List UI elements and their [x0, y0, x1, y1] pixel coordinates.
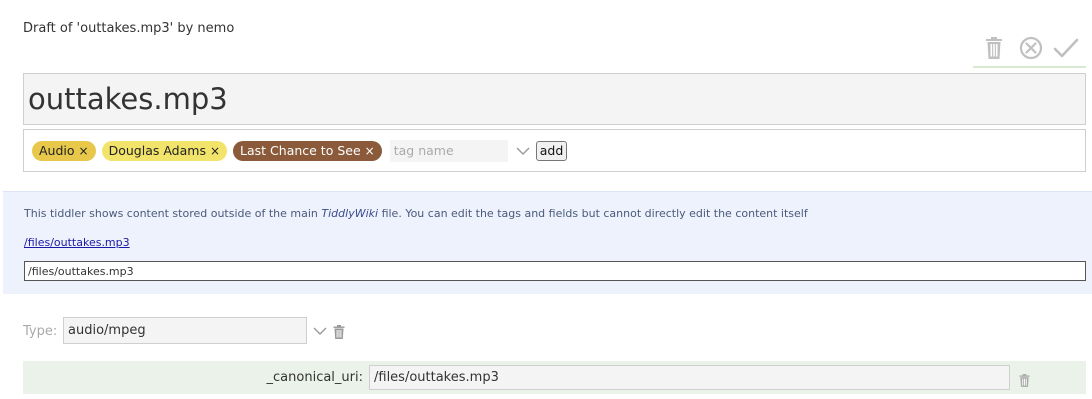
delete-field-button[interactable] — [1019, 372, 1030, 387]
type-label: Type: — [23, 324, 58, 339]
field-value-input[interactable] — [369, 365, 1010, 390]
tiddlywiki-link[interactable]: TiddlyWiki — [321, 207, 378, 220]
draft-title: Draft of 'outtakes.mp3' by nemo — [23, 21, 235, 36]
save-tiddler-button[interactable] — [1053, 34, 1079, 62]
tag-remove-icon[interactable]: × — [79, 144, 89, 158]
tag-remove-icon[interactable]: × — [210, 144, 220, 158]
chevron-down-icon — [313, 327, 327, 335]
title-input[interactable]: outtakes.mp3 — [23, 73, 1086, 125]
checkmark-icon — [1053, 38, 1079, 58]
trash-icon — [1019, 374, 1030, 387]
type-dropdown-button[interactable] — [311, 322, 329, 340]
message-text: This tiddler shows content stored outsid… — [24, 207, 322, 220]
tag-label: Last Chance to See — [240, 143, 361, 158]
external-content-message: This tiddler shows content stored outsid… — [24, 207, 808, 220]
trash-icon — [986, 37, 1002, 59]
cancel-edit-button[interactable] — [1018, 34, 1044, 62]
type-input[interactable] — [63, 317, 307, 344]
tag-label: Audio — [39, 143, 75, 158]
delete-type-button[interactable] — [333, 324, 345, 339]
tag-remove-icon[interactable]: × — [365, 144, 375, 158]
tag-name-input[interactable] — [389, 139, 508, 162]
tag-pill[interactable]: Last Chance to See × — [233, 140, 382, 161]
tags-editor: Audio × Douglas Adams × Last Chance to S… — [23, 129, 1086, 172]
delete-tiddler-button[interactable] — [981, 34, 1007, 62]
add-tag-button[interactable]: add — [535, 140, 568, 161]
external-file-link[interactable]: /files/outtakes.mp3 — [24, 236, 130, 249]
trash-icon — [333, 325, 345, 339]
tag-dropdown-button[interactable] — [512, 140, 534, 162]
tag-pill[interactable]: Audio × — [32, 140, 96, 161]
edit-toolbar — [973, 32, 1086, 68]
tag-label: Douglas Adams — [108, 143, 206, 158]
message-text: file. You can edit the tags and fields b… — [378, 207, 808, 220]
tag-pill[interactable]: Douglas Adams × — [101, 140, 228, 161]
tiddler-edit-view: Draft of 'outtakes.mp3' by nemo outtakes… — [0, 0, 1092, 399]
field-name: _canonical_uri: — [266, 370, 363, 385]
field-row: _canonical_uri: — [23, 361, 1086, 394]
external-content-panel: This tiddler shows content stored outsid… — [3, 191, 1092, 294]
cancel-circle-icon — [1019, 36, 1043, 60]
canonical-uri-input[interactable] — [24, 261, 1086, 281]
chevron-down-icon — [516, 147, 530, 155]
